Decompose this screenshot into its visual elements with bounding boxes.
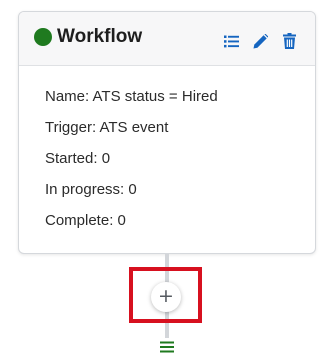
card-body: Name: ATS status = Hired Trigger: ATS ev…	[45, 88, 295, 243]
drag-handle-icon[interactable]	[160, 340, 174, 353]
card-header: Workflow	[19, 12, 315, 66]
complete-count: Complete: 0	[45, 212, 126, 229]
workflow-canvas: Workflow Name: ATS status = Hired Trigge…	[0, 0, 336, 358]
workflow-card: Workflow Name: ATS status = Hired Trigge…	[18, 11, 316, 254]
workflow-trigger: Trigger: ATS event	[45, 119, 169, 136]
workflow-name: Name: ATS status = Hired	[45, 88, 218, 105]
plus-icon: +	[158, 284, 174, 307]
pencil-icon[interactable]	[252, 33, 268, 49]
list-icon[interactable]	[223, 33, 239, 49]
started-count: Started: 0	[45, 150, 111, 167]
card-actions	[223, 32, 297, 50]
status-indicator	[34, 28, 52, 46]
in-progress-count: In progress: 0	[45, 181, 137, 198]
add-step-button[interactable]: +	[151, 282, 181, 312]
card-title: Workflow	[57, 26, 143, 47]
trash-icon[interactable]	[281, 33, 297, 49]
